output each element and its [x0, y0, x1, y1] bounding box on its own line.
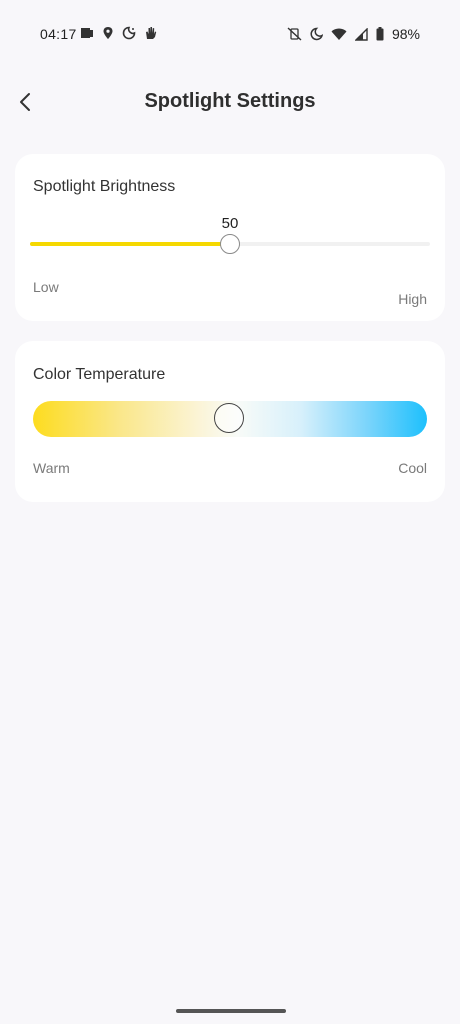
brightness-slider[interactable] — [30, 234, 430, 254]
header: Spotlight Settings — [0, 78, 460, 128]
brightness-title: Spotlight Brightness — [33, 178, 176, 195]
brightness-card: Spotlight Brightness 50 Low High — [15, 154, 445, 321]
brightness-low-label: Low — [33, 279, 59, 295]
cool-label: Cool — [398, 460, 427, 476]
brightness-value: 50 — [221, 215, 239, 232]
moon-icon — [310, 27, 323, 41]
battery-percent: 98% — [391, 26, 420, 42]
warm-label: Warm — [33, 460, 70, 476]
color-temperature-card: Color Temperature Warm Cool — [15, 341, 445, 502]
screen-cast-icon — [80, 26, 94, 40]
bedtime-icon — [122, 26, 136, 40]
gesture-navigation-bar[interactable] — [176, 1009, 286, 1013]
color-temperature-thumb[interactable] — [214, 403, 244, 433]
wifi-icon — [331, 28, 347, 41]
page-title: Spotlight Settings — [144, 90, 316, 112]
status-bar: 04:17 98% — [0, 0, 460, 70]
battery-icon — [376, 27, 384, 41]
brightness-slider-thumb[interactable] — [220, 234, 240, 254]
vibrate-off-icon — [287, 27, 302, 41]
signal-icon — [354, 27, 368, 41]
status-left-icons — [80, 26, 157, 40]
brightness-high-label: High — [398, 291, 427, 307]
color-temperature-title: Color Temperature — [33, 366, 166, 383]
hand-icon — [144, 26, 157, 40]
brightness-slider-fill — [30, 242, 230, 246]
color-temperature-slider[interactable] — [33, 401, 427, 437]
location-icon — [102, 26, 114, 40]
status-right-icons: 98% — [287, 26, 420, 42]
status-time: 04:17 — [40, 26, 77, 42]
